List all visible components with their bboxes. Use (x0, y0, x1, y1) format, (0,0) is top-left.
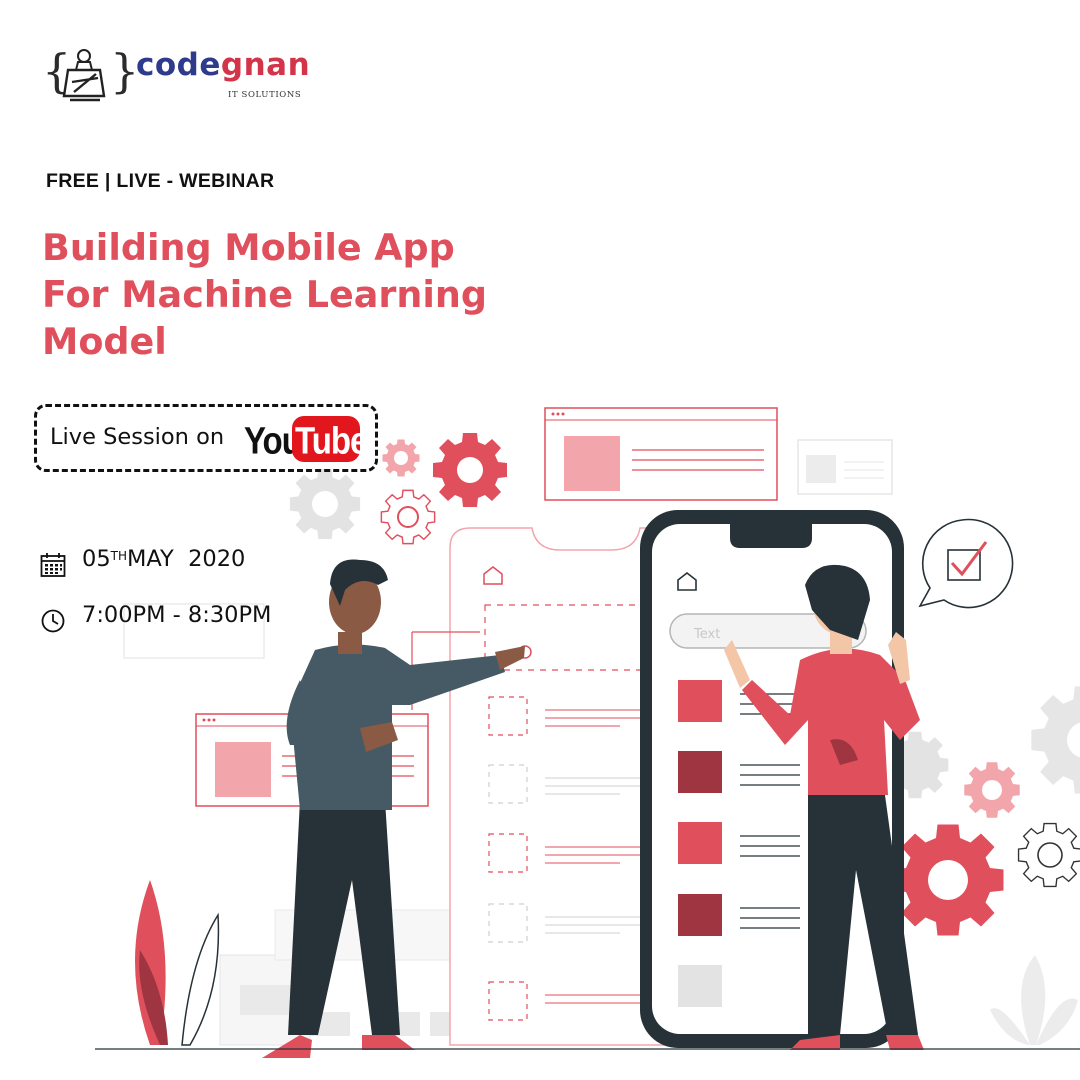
event-date-text: 05THMAY 2020 (82, 546, 245, 572)
calendar-icon (40, 553, 66, 577)
leaf-icon (181, 912, 220, 1046)
phone-search-placeholder: Text (693, 627, 720, 642)
date-month-year: MAY 2020 (127, 546, 246, 572)
webinar-illustration: Text (95, 407, 1080, 1058)
leaf-icon (1021, 955, 1046, 1045)
gear-icon (1017, 822, 1080, 888)
chat-bubble (918, 518, 1014, 609)
date-day: 05 (82, 546, 111, 572)
date-suffix: TH (110, 549, 127, 563)
gear-icon (380, 489, 436, 545)
clock-icon (41, 609, 65, 633)
event-time-text: 7:00PM - 8:30PM (82, 602, 272, 628)
youtube-logo-tube: Tube (295, 419, 368, 462)
live-session-label: Live Session on (50, 424, 225, 450)
